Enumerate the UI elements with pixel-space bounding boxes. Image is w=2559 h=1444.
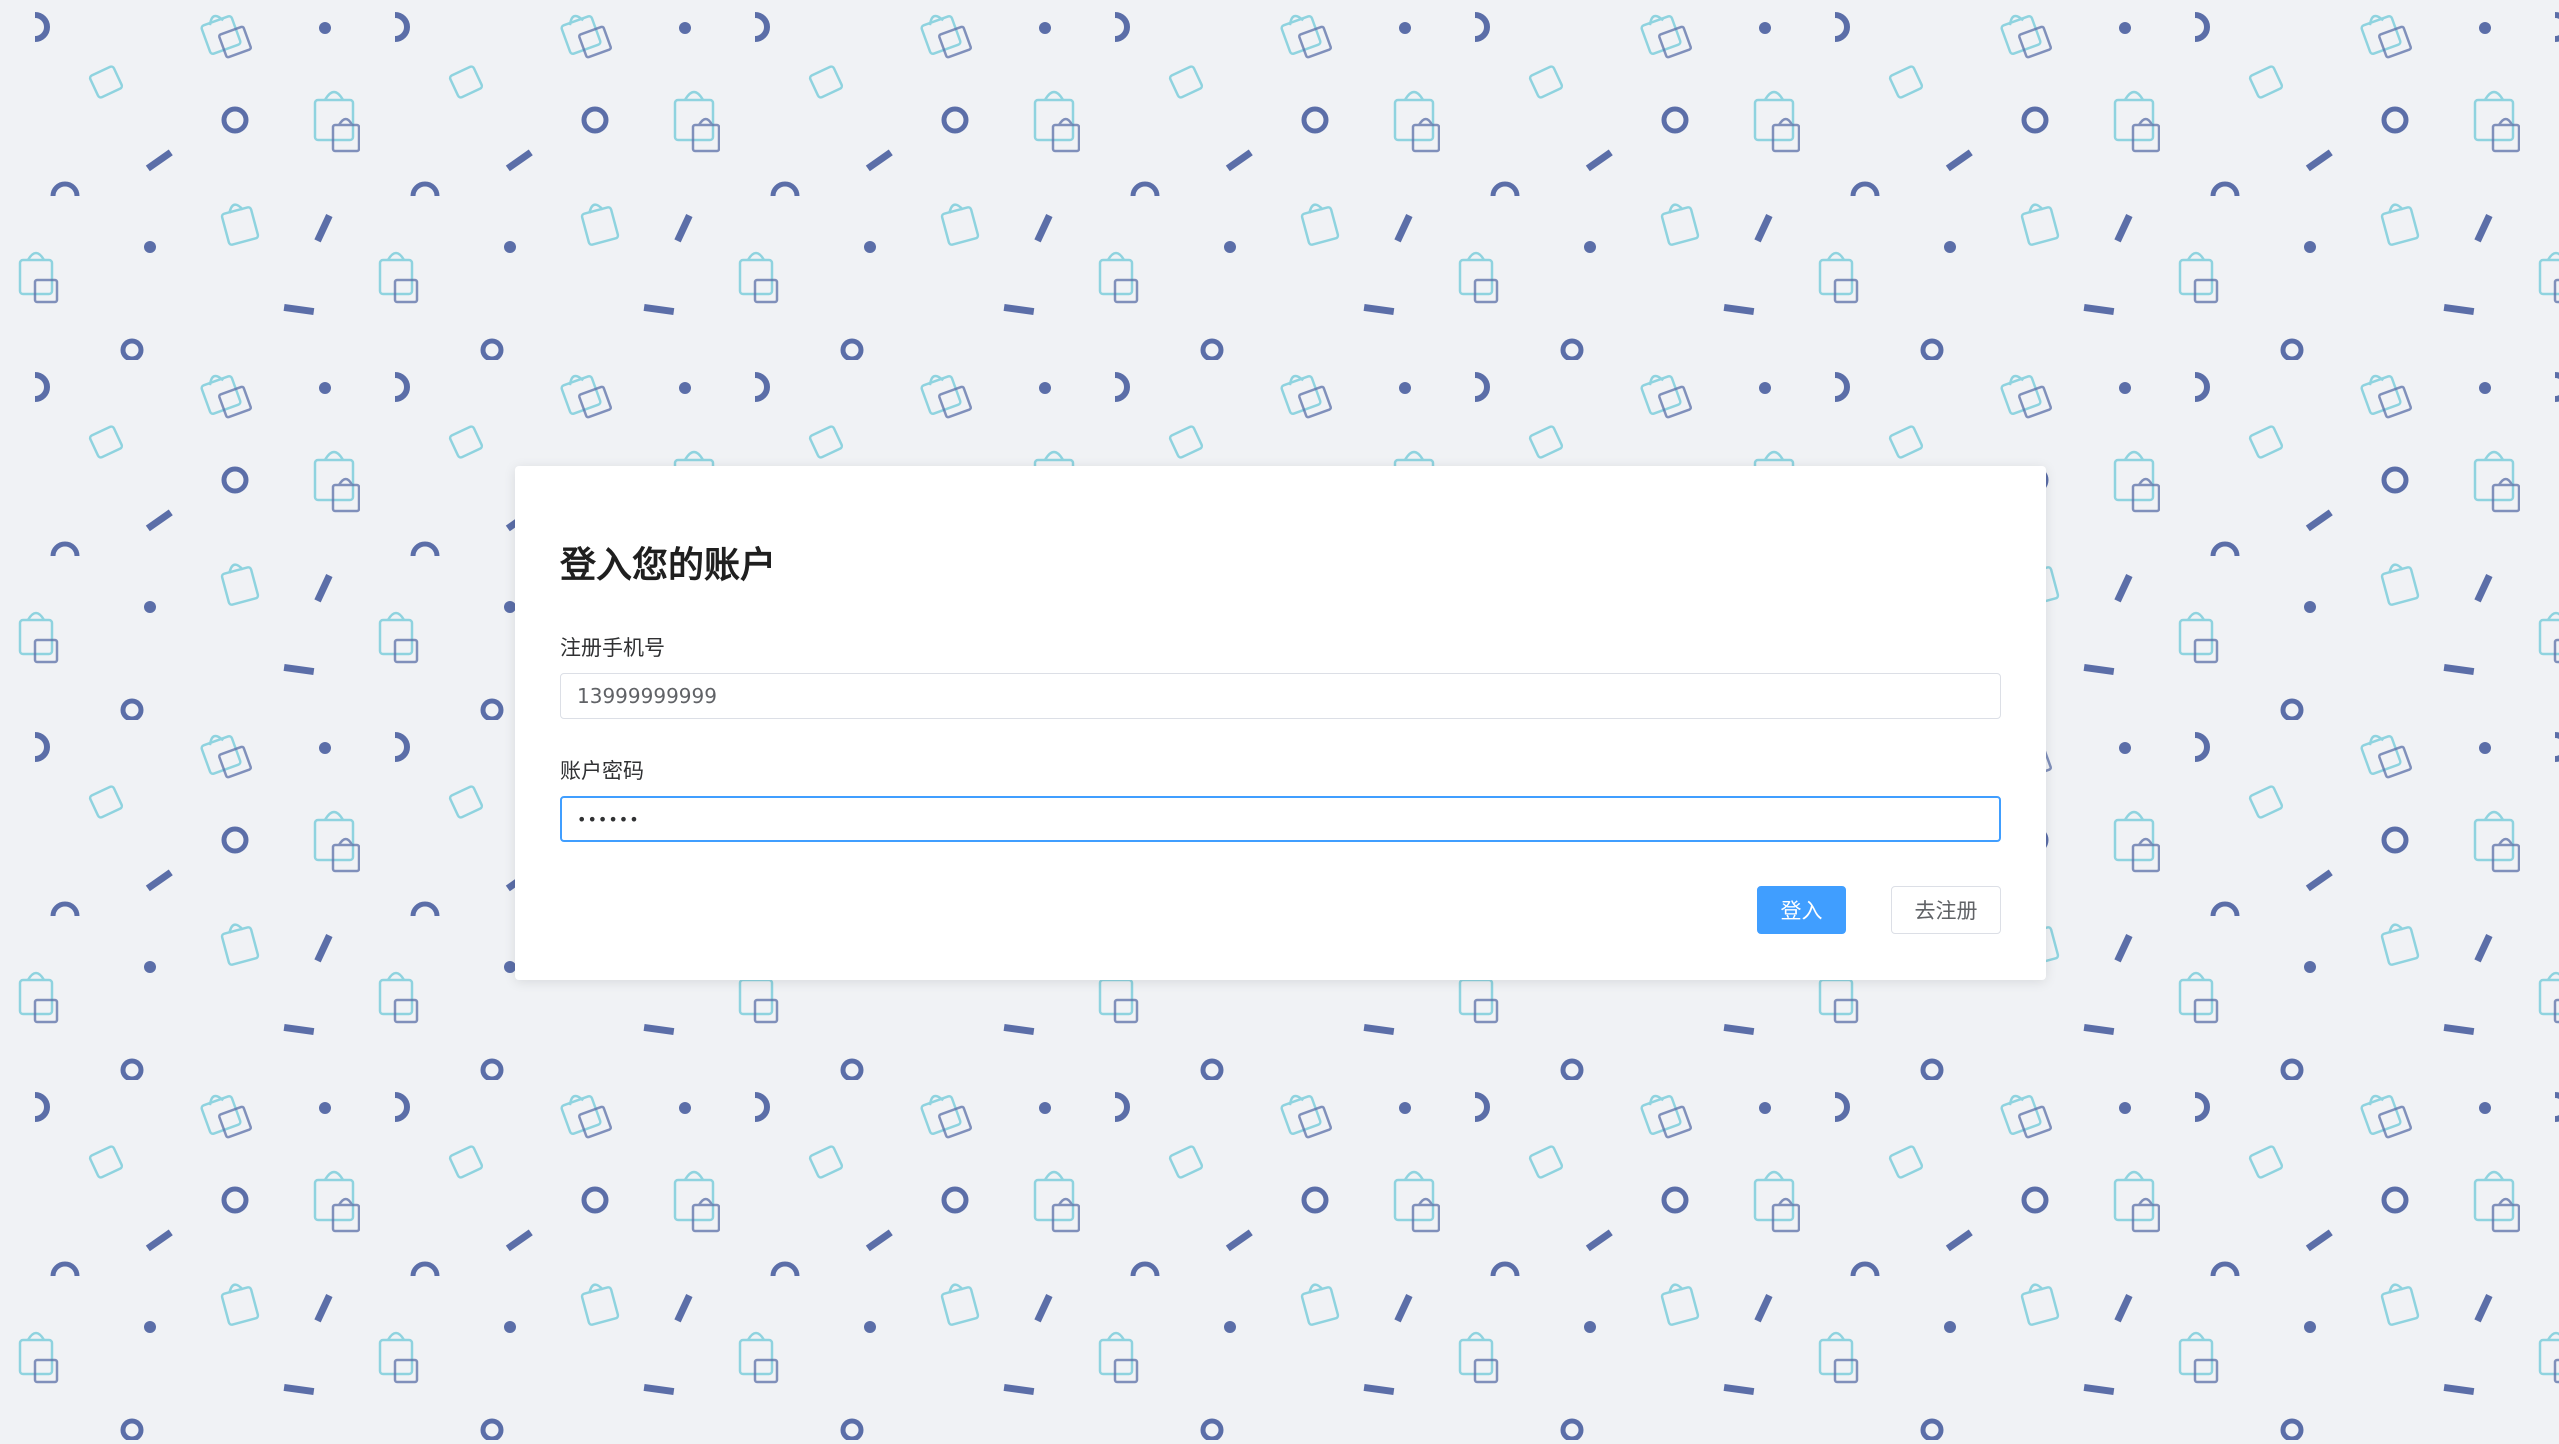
phone-label: 注册手机号 <box>560 636 665 660</box>
password-label: 账户密码 <box>560 759 644 783</box>
login-button[interactable]: 登入 <box>1757 886 1846 934</box>
login-card: 登入您的账户 注册手机号 账户密码 登入 去注册 <box>515 466 2046 980</box>
register-button[interactable]: 去注册 <box>1891 886 2001 934</box>
page-title: 登入您的账户 <box>560 545 777 586</box>
phone-input[interactable] <box>560 673 2001 719</box>
password-input[interactable] <box>560 796 2001 842</box>
